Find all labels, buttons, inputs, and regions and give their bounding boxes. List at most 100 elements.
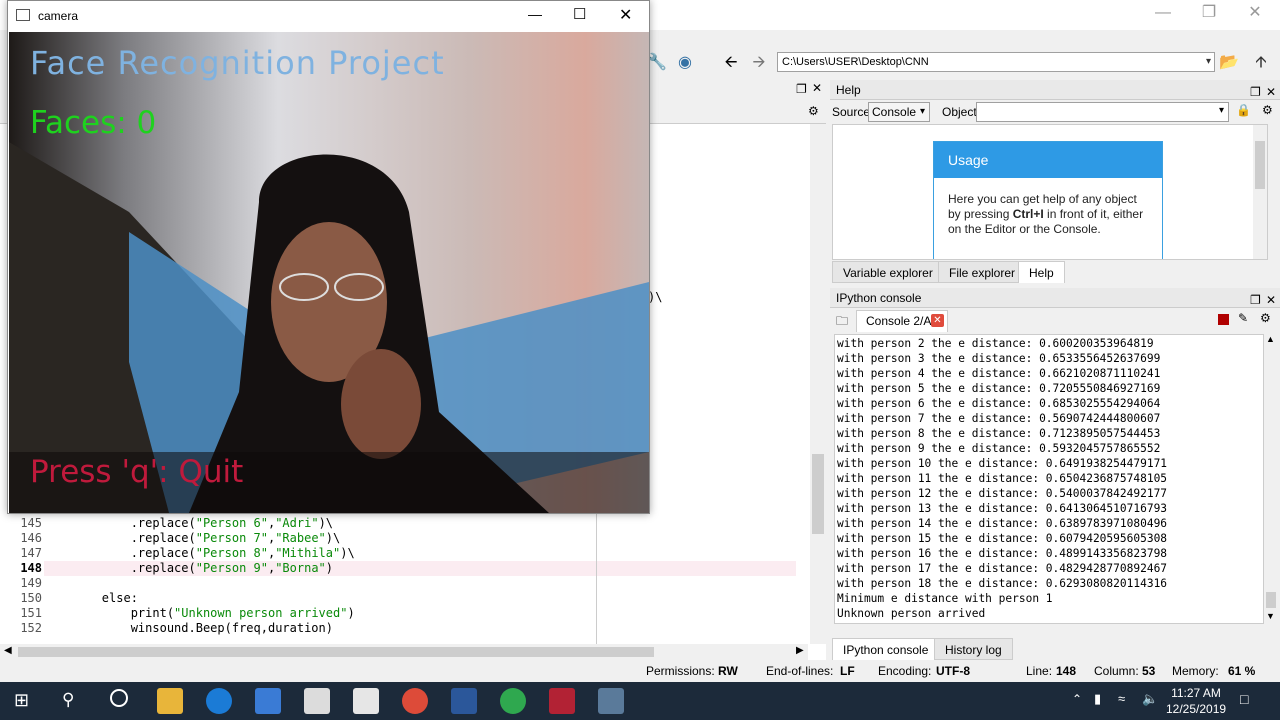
app-window-icon — [16, 9, 30, 21]
line-number: 146 — [20, 531, 42, 545]
scroll-up-icon[interactable]: ▲ — [1266, 334, 1275, 344]
spyder-taskbar-icon[interactable] — [549, 688, 575, 714]
tab-ipython-console[interactable]: IPython console — [832, 638, 940, 660]
restore-icon[interactable]: ❐ — [1186, 2, 1232, 24]
scroll-thumb[interactable] — [18, 647, 654, 657]
gear-icon[interactable]: ⚙ — [1262, 103, 1273, 117]
code-line: print("Unknown person arrived") — [44, 606, 355, 620]
windows-start-icon[interactable]: ⊞ — [14, 690, 29, 711]
code-line: .replace("Person 8","Mithila")\ — [44, 546, 355, 560]
word-icon[interactable] — [451, 688, 477, 714]
file-explorer-icon[interactable] — [157, 688, 183, 714]
wifi-icon[interactable]: ≈ — [1118, 691, 1125, 706]
back-arrow-icon[interactable]: 🡨 — [720, 52, 742, 74]
camera-window-taskbar-icon[interactable] — [598, 688, 624, 714]
help-vertical-scrollbar[interactable] — [1253, 125, 1267, 259]
scroll-right-icon[interactable]: ▶ — [796, 645, 804, 656]
column-value: 53 — [1142, 664, 1156, 678]
chevron-down-icon: ▾ — [1218, 105, 1224, 116]
code-line: .replace("Person 6","Adri")\ — [44, 516, 333, 530]
tab-file-explorer[interactable]: File explorer — [938, 261, 1027, 283]
scroll-down-icon[interactable]: ▼ — [1266, 611, 1275, 621]
object-combo[interactable]: ▾ — [976, 102, 1229, 122]
working-directory-combo[interactable]: C:\Users\USER\Desktop\CNN ▾ — [777, 52, 1215, 72]
parent-dir-arrow-icon[interactable]: 🡩 — [1250, 52, 1272, 74]
close-pane-icon[interactable]: ✕ — [1266, 290, 1276, 310]
scroll-left-icon[interactable]: ◀ — [4, 645, 12, 656]
lock-icon[interactable]: 🔒 — [1236, 103, 1251, 117]
folder-open-icon[interactable]: 📂 — [1218, 52, 1240, 74]
help-title-text: Help — [836, 83, 861, 97]
scroll-thumb[interactable] — [1266, 592, 1276, 608]
close-tab-icon[interactable]: ✕ — [931, 314, 944, 327]
code-token: "Person 6" — [195, 516, 268, 530]
camera-app-icon[interactable] — [353, 688, 379, 714]
code-token: .replace( — [44, 531, 196, 545]
close-pane-icon[interactable]: ✕ — [812, 81, 822, 95]
code-line: winsound.Beep(freq,duration) — [44, 621, 333, 635]
console-line: with person 10 the e distance: 0.6491938… — [837, 457, 1168, 470]
tab-help[interactable]: Help — [1018, 261, 1065, 283]
source-combo-value: Console — [872, 105, 917, 119]
close-pane-icon[interactable]: ✕ — [1266, 82, 1276, 102]
store-icon[interactable] — [255, 688, 281, 714]
eraser-icon[interactable]: ✎ — [1238, 311, 1248, 325]
console-line: with person 14 the e distance: 0.6389783… — [837, 517, 1168, 530]
line-number: 147 — [20, 546, 42, 560]
close-icon[interactable]: ✕ — [619, 5, 632, 25]
source-combo[interactable]: Console ▾ — [868, 102, 930, 122]
line-value: 148 — [1056, 664, 1077, 678]
code-token: )\ — [318, 516, 334, 530]
cortana-icon[interactable] — [110, 689, 128, 707]
undock-icon[interactable]: ❐ — [1250, 290, 1261, 310]
encoding-value: UTF-8 — [936, 664, 970, 678]
tray-chevron-up-icon[interactable]: ⌃ — [1072, 692, 1082, 706]
code-token: "Person 9" — [195, 561, 268, 575]
tab-history-log[interactable]: History log — [934, 638, 1013, 660]
camera-window[interactable]: camera — ☐ ✕ Face Recognition Project Fa… — [7, 0, 650, 514]
notifications-icon[interactable]: □ — [1240, 691, 1248, 707]
search-icon[interactable]: ⚲ — [62, 690, 74, 710]
volume-icon[interactable]: 🔈 — [1142, 691, 1158, 707]
gear-icon[interactable]: ⚙ — [808, 104, 819, 118]
overlay-quit-hint: Press 'q': Quit — [30, 454, 244, 490]
editor-horizontal-scrollbar[interactable]: ◀ ▶ — [0, 644, 808, 660]
scroll-thumb[interactable] — [812, 454, 824, 534]
close-icon[interactable]: ✕ — [1232, 2, 1278, 24]
folder-icon[interactable]: 🗀 — [836, 312, 848, 333]
console-tab[interactable]: Console 2/A ✕ — [856, 310, 948, 332]
scroll-thumb[interactable] — [1255, 141, 1265, 189]
minimize-icon[interactable]: — — [528, 6, 542, 22]
console-line: with person 4 the e distance: 0.66210208… — [837, 367, 1161, 380]
code-line: else: — [44, 591, 138, 605]
battery-icon[interactable]: ▮ — [1094, 691, 1101, 707]
edge-icon[interactable] — [206, 688, 232, 714]
undock-icon[interactable]: ❐ — [1250, 82, 1261, 102]
gear-icon[interactable]: ⚙ — [1260, 311, 1271, 325]
stray-code-fragment: )\ — [648, 290, 663, 304]
console-vertical-scrollbar[interactable]: ▲ ▼ — [1264, 334, 1278, 624]
stop-icon[interactable] — [1218, 314, 1229, 325]
statusbar: Permissions: RW End-of-lines: LF Encodin… — [0, 660, 1280, 682]
editor-vertical-scrollbar[interactable] — [810, 124, 826, 644]
minimize-icon[interactable]: — — [1140, 2, 1186, 24]
console-line: with person 15 the e distance: 0.6079420… — [837, 532, 1168, 545]
edge-line — [596, 510, 597, 644]
console-line: Unknown person arrived — [837, 607, 986, 620]
usage-text: Here you can get help of any object by p… — [934, 178, 1162, 251]
code-token: )\ — [340, 546, 355, 560]
chrome-icon[interactable] — [402, 688, 428, 714]
console-line: with person 8 the e distance: 0.71238950… — [837, 427, 1161, 440]
code-token: winsound.Beep(freq,duration) — [44, 621, 333, 635]
camera-titlebar[interactable]: camera — ☐ ✕ — [8, 1, 649, 32]
anaconda-icon[interactable] — [500, 688, 526, 714]
undock-icon[interactable]: ❐ — [796, 82, 807, 96]
maximize-icon[interactable]: ☐ — [573, 5, 586, 23]
mail-icon[interactable] — [304, 688, 330, 714]
python-icon[interactable]: ◉ — [674, 52, 696, 74]
console-output[interactable]: with person 2 the e distance: 0.60020035… — [834, 334, 1264, 624]
forward-arrow-icon[interactable]: 🡪 — [748, 52, 770, 74]
clock[interactable]: 11:27 AM 12/25/2019 — [1166, 685, 1226, 717]
console-line: with person 6 the e distance: 0.68530255… — [837, 397, 1161, 410]
tab-variable-explorer[interactable]: Variable explorer — [832, 261, 944, 283]
